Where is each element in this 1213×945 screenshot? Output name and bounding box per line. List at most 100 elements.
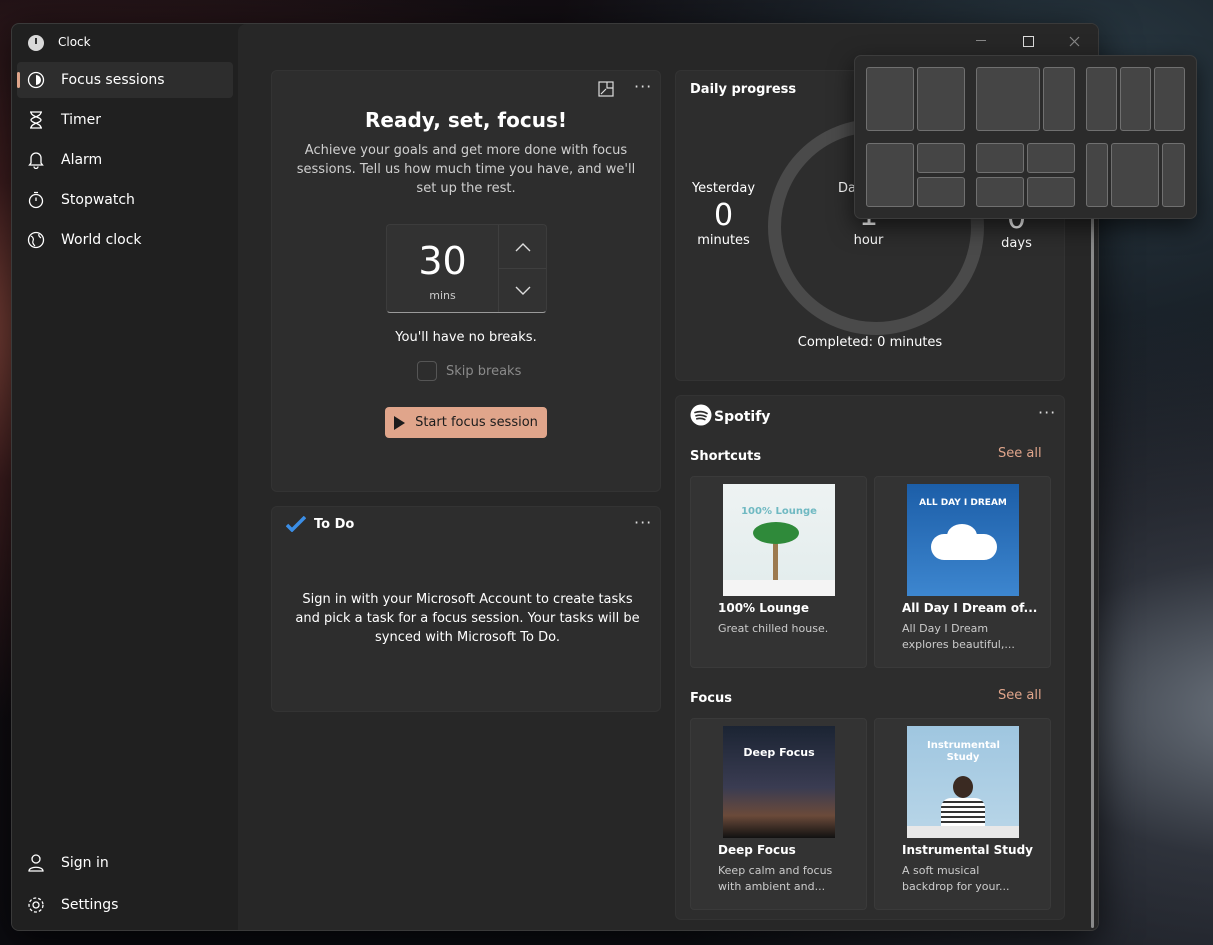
sidebar-item-label: Settings xyxy=(61,897,119,913)
play-icon xyxy=(394,415,406,430)
snap-zone[interactable] xyxy=(1043,67,1075,131)
spotify-card: Spotify ··· Shortcuts See all 100% Loung… xyxy=(675,395,1065,920)
snap-layout-thirds[interactable] xyxy=(1086,67,1185,131)
close-button[interactable] xyxy=(1051,30,1097,52)
yesterday-unit: minutes xyxy=(697,233,750,248)
sidebar-item-settings[interactable]: Settings xyxy=(17,887,233,923)
maximize-button[interactable] xyxy=(1005,30,1051,52)
person-head xyxy=(953,776,973,798)
snap-zone[interactable] xyxy=(917,177,965,207)
close-icon xyxy=(1069,36,1079,46)
sidebar-item-alarm[interactable]: Alarm xyxy=(17,142,233,178)
scrollbar[interactable] xyxy=(1091,120,1094,928)
playlist-art-text: ALL DAY I DREAM xyxy=(919,498,1007,508)
snap-zone[interactable] xyxy=(976,67,1040,131)
palm-leaves xyxy=(753,522,799,544)
snap-layout-quarters[interactable] xyxy=(976,143,1075,207)
streak-unit: days xyxy=(1001,236,1032,251)
more-options-icon[interactable]: ··· xyxy=(634,77,652,96)
chevron-down-icon[interactable] xyxy=(499,269,546,312)
snap-layout-center-wide[interactable] xyxy=(1086,143,1185,207)
minimize-icon xyxy=(976,40,986,41)
breaks-text: You'll have no breaks. xyxy=(395,330,537,345)
yesterday-value: 0 xyxy=(713,198,734,233)
snap-layout-half-quarters[interactable] xyxy=(866,143,965,207)
gear-icon xyxy=(27,896,45,914)
hourglass-icon xyxy=(27,111,45,129)
minutes-value[interactable]: 30 xyxy=(387,239,498,283)
more-options-icon[interactable]: ··· xyxy=(1038,403,1056,422)
sidebar-item-world-clock[interactable]: World clock xyxy=(17,222,233,258)
snap-zone[interactable] xyxy=(976,177,1024,207)
shortcuts-title: Shortcuts xyxy=(690,449,762,464)
playlist-tile-instrumental-study[interactable]: Instrumental Study Instrumental Study A … xyxy=(874,718,1051,910)
checkbox-box[interactable] xyxy=(417,361,437,381)
focus-title: Ready, set, focus! xyxy=(365,108,567,132)
sidebar-item-label: Stopwatch xyxy=(61,192,135,208)
start-focus-session-button[interactable]: Start focus session xyxy=(385,407,547,438)
snap-zone[interactable] xyxy=(866,67,914,131)
snap-zone[interactable] xyxy=(866,143,914,207)
snap-zone[interactable] xyxy=(1162,143,1185,207)
floor xyxy=(723,580,835,596)
completed-text: Completed: 0 minutes xyxy=(797,335,943,350)
playlist-tile-all-day-i-dream[interactable]: ALL DAY I DREAM All Day I Dream of... Al… xyxy=(874,476,1051,668)
todo-signin-message: Sign in with your Microsoft Account to c… xyxy=(295,592,640,645)
person-body xyxy=(941,798,985,828)
snap-layout-halves[interactable] xyxy=(866,67,965,131)
snap-zone[interactable] xyxy=(917,67,965,131)
start-button-label: Start focus session xyxy=(415,415,538,430)
snap-zone[interactable] xyxy=(1086,67,1117,131)
more-options-icon[interactable]: ··· xyxy=(634,513,652,532)
sidebar-item-label: Focus sessions xyxy=(61,72,165,88)
playlist-tile-100-lounge[interactable]: 100% Lounge 100% Lounge Great chilled ho… xyxy=(690,476,867,668)
sidebar-item-label: Timer xyxy=(61,112,102,128)
focus-session-card: ··· Ready, set, focus! Achieve your goal… xyxy=(271,70,661,492)
desk xyxy=(907,826,1019,838)
maximize-icon xyxy=(1022,35,1034,47)
snap-zone[interactable] xyxy=(917,143,965,173)
focus-playlists-title: Focus xyxy=(690,691,732,706)
playlist-art: 100% Lounge xyxy=(723,484,835,596)
skip-breaks-checkbox[interactable]: Skip breaks xyxy=(417,361,521,381)
sidebar-item-label: Sign in xyxy=(61,855,109,871)
shortcuts-see-all-link[interactable]: See all xyxy=(998,446,1042,461)
skip-breaks-label: Skip breaks xyxy=(446,363,522,379)
daily-goal-unit: hour xyxy=(853,233,884,248)
playlist-name: All Day I Dream of... xyxy=(902,601,1038,615)
playlist-description: Keep calm and focus with ambient and... xyxy=(718,864,833,893)
compact-view-icon[interactable] xyxy=(598,81,614,101)
sidebar-item-focus-sessions[interactable]: Focus sessions xyxy=(17,62,233,98)
minimize-button[interactable] xyxy=(958,30,1004,52)
sidebar-item-timer[interactable]: Timer xyxy=(17,102,233,138)
focus-see-all-link[interactable]: See all xyxy=(998,688,1042,703)
playlist-art-text: Instrumental Study xyxy=(927,740,1000,763)
sidebar-item-label: Alarm xyxy=(61,152,103,168)
snap-zone[interactable] xyxy=(1154,67,1185,131)
snap-zone[interactable] xyxy=(1027,177,1075,207)
sidebar-item-stopwatch[interactable]: Stopwatch xyxy=(17,182,233,218)
snap-zone[interactable] xyxy=(1027,143,1075,173)
snap-zone[interactable] xyxy=(1086,143,1108,207)
yesterday-stat: Yesterday 0 minutes xyxy=(686,181,761,248)
playlist-art-text: Deep Focus xyxy=(743,746,815,759)
snap-layouts-flyout xyxy=(854,55,1197,219)
snap-zone[interactable] xyxy=(976,143,1024,173)
chevron-up-icon[interactable] xyxy=(499,225,546,268)
snap-zone[interactable] xyxy=(1120,67,1151,131)
app-title: Clock xyxy=(58,35,91,49)
sidebar: Focus sessions Timer Alarm Stopwatch Wor… xyxy=(12,60,238,930)
playlist-name: 100% Lounge xyxy=(718,601,809,615)
snap-layout-two-thirds[interactable] xyxy=(976,67,1075,131)
todo-title: To Do xyxy=(314,517,355,532)
playlist-tile-deep-focus[interactable]: Deep Focus Deep Focus Keep calm and focu… xyxy=(690,718,867,910)
playlist-description: All Day I Dream explores beautiful,... xyxy=(902,622,1015,651)
clock-app-icon xyxy=(28,35,44,51)
minutes-stepper[interactable]: 30 mins xyxy=(386,224,547,313)
daily-progress-title: Daily progress xyxy=(690,82,797,97)
stopwatch-icon xyxy=(27,191,45,209)
sidebar-item-sign-in[interactable]: Sign in xyxy=(17,845,233,881)
todo-logo-icon xyxy=(285,515,307,536)
playlist-name: Instrumental Study xyxy=(902,843,1033,857)
snap-zone[interactable] xyxy=(1111,143,1159,207)
